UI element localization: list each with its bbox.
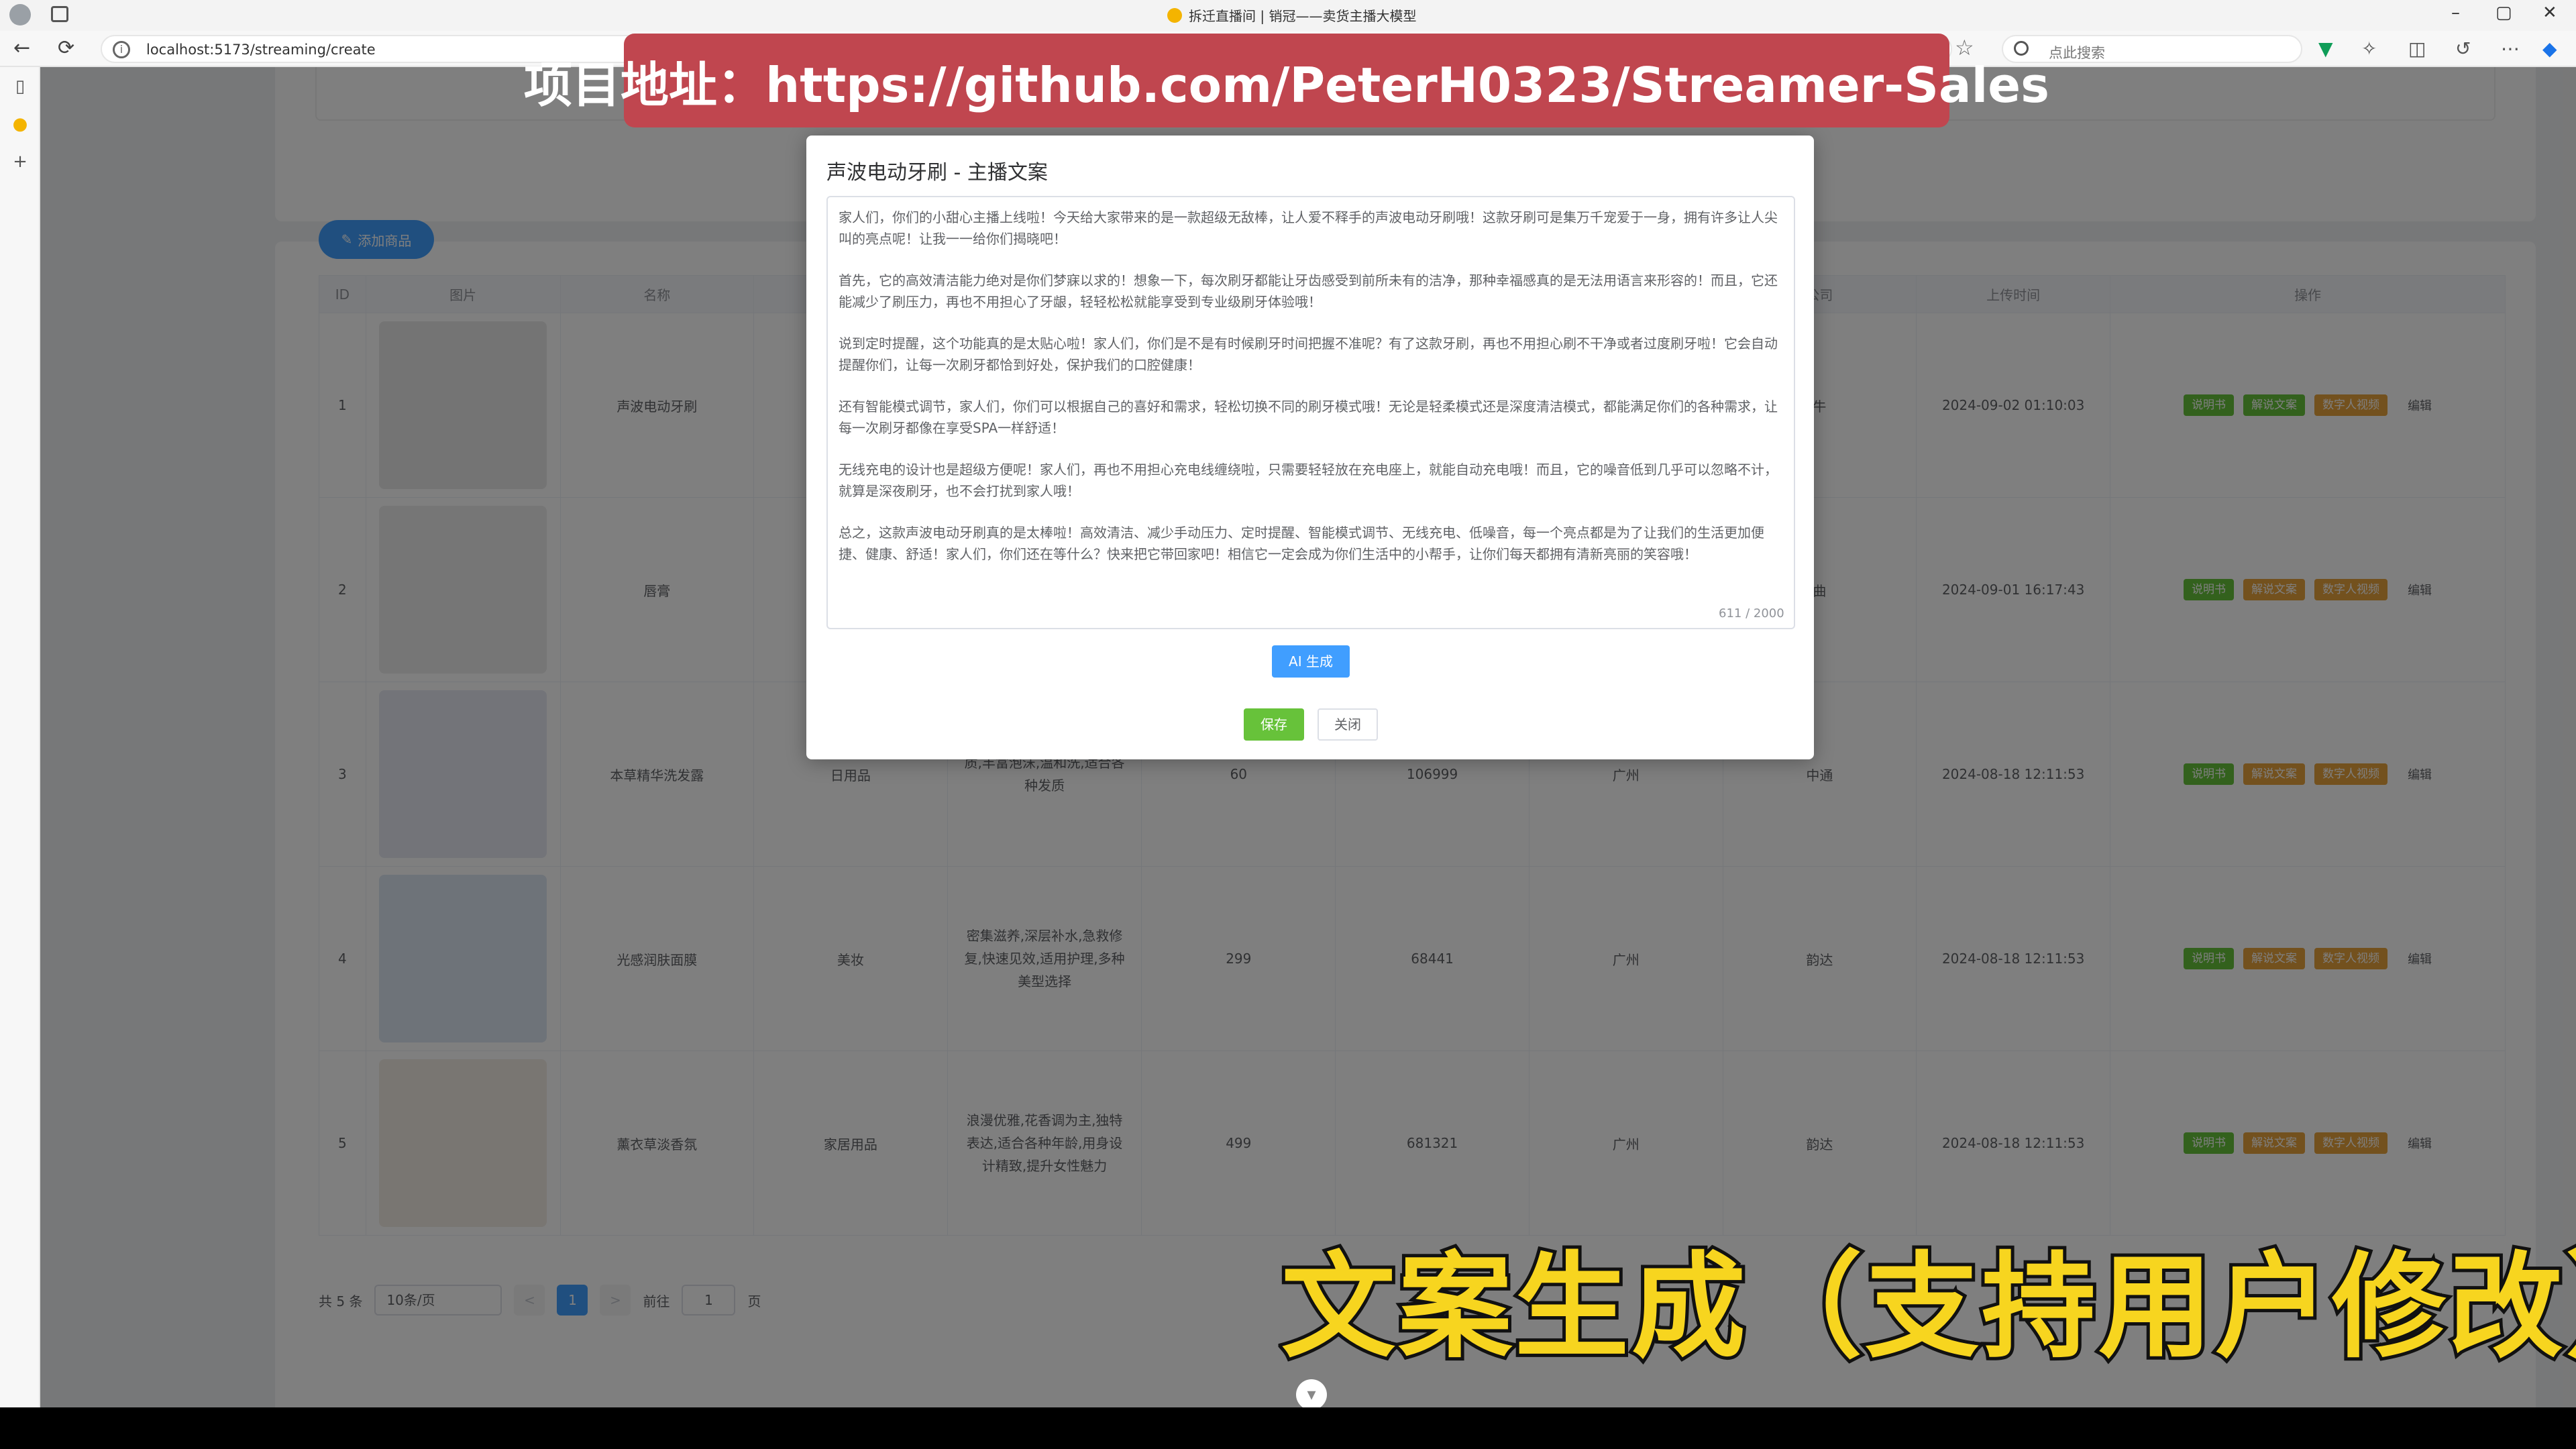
extension-icon[interactable]: ▼ (2318, 38, 2333, 60)
minimize-button[interactable]: – (2451, 3, 2460, 23)
script-paragraph: 总之，这款声波电动牙刷真的是太棒啦！高效清洁、减少手动压力、定时提醒、智能模式调… (839, 525, 1764, 562)
split-screen-icon[interactable]: ◫ (2408, 38, 2426, 60)
window-title: 拆迁直播间 | 销冠——卖货主播大模型 (1167, 5, 1416, 25)
site-favicon-icon (1167, 7, 1182, 23)
window-title-text: 拆迁直播间 | 销冠——卖货主播大模型 (1189, 8, 1417, 24)
browser-search-placeholder: 点此搜索 (2049, 45, 2105, 61)
window-titlebar: 拆迁直播间 | 销冠——卖货主播大模型 – ▢ ✕ (0, 0, 2576, 31)
reload-icon[interactable]: ⟳ (58, 36, 74, 60)
script-dialog: 声波电动牙刷 - 主播文案 家人们，你们的小甜心主播上线啦！今天给大家带来的是一… (806, 136, 1814, 759)
more-menu-icon[interactable]: ⋯ (2501, 38, 2520, 60)
profile-avatar[interactable] (9, 4, 31, 25)
url-text: localhost:5173/streaming/create (146, 42, 376, 58)
feature-caption: 文案生成（支持用户修改） (1278, 1238, 2576, 1377)
script-textarea[interactable]: 家人们，你们的小甜心主播上线啦！今天给大家带来的是一款超级无敌棒，让人爱不释手的… (826, 196, 1795, 629)
dialog-title: 声波电动牙刷 - 主播文案 (826, 161, 1048, 184)
script-paragraph: 首先，它的高效清洁能力绝对是你们梦寐以求的！想象一下，每次刷牙都能让牙齿感受到前… (839, 272, 1778, 310)
script-paragraph: 说到定时提醒，这个功能真的是太贴心啦！家人们，你们是不是有时候刷牙时间把握不准呢… (839, 335, 1778, 373)
extensions-puzzle-icon[interactable]: ✧ (2361, 38, 2377, 60)
ai-generate-button[interactable]: AI 生成 (1272, 645, 1350, 678)
char-counter: 611 / 2000 (1719, 606, 1784, 621)
script-paragraph: 家人们，你们的小甜心主播上线啦！今天给大家带来的是一款超级无敌棒，让人爱不释手的… (839, 209, 1778, 247)
save-button[interactable]: 保存 (1244, 708, 1304, 741)
repo-banner: 项目地址：https://github.com/PeterH0323/Strea… (524, 34, 2049, 127)
tab-panel-icon[interactable]: ▯ (9, 76, 31, 98)
back-icon[interactable]: ← (13, 36, 30, 60)
script-paragraph: 还有智能模式调节，家人们，你们可以根据自己的喜好和需求，轻松切换不同的刷牙模式哦… (839, 398, 1778, 436)
copilot-icon[interactable]: ◆ (2542, 38, 2557, 60)
tab-actions-icon[interactable] (51, 6, 68, 22)
screen-bottom-bar (0, 1407, 2576, 1449)
new-tab-icon[interactable]: + (9, 152, 31, 173)
close-button[interactable]: 关闭 (1318, 708, 1378, 741)
active-tab-icon[interactable]: ● (9, 114, 31, 136)
site-info-icon[interactable]: i (113, 41, 130, 58)
vertical-tab-sidebar: ▯ ● + (0, 67, 40, 1407)
restore-button[interactable]: ▢ (2496, 3, 2512, 23)
history-icon[interactable]: ↺ (2455, 38, 2471, 60)
script-paragraph: 无线充电的设计也是超级方便呢！家人们，再也不用担心充电线缠绕啦，只需要轻轻放在充… (839, 462, 1778, 499)
close-window-button[interactable]: ✕ (2542, 3, 2557, 23)
scroll-down-icon[interactable]: ▾ (1296, 1379, 1327, 1410)
